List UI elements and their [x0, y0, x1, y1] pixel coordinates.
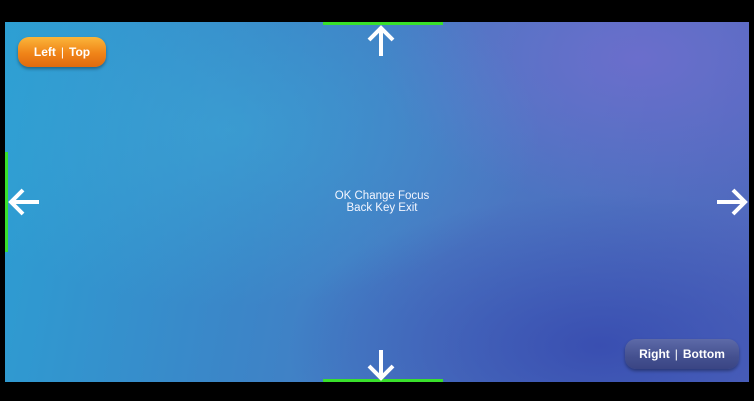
instruction-text: OK Change Focus Back Key Exit — [277, 190, 487, 214]
screen-test-canvas: Left | Top Right | Bottom OK Change Focu… — [5, 22, 749, 382]
left-top-separator: | — [60, 45, 64, 59]
arrow-right-icon[interactable] — [715, 185, 749, 219]
left-top-button[interactable]: Left | Top — [18, 37, 106, 67]
right-bottom-separator: | — [674, 347, 678, 361]
instruction-line-ok: OK Change Focus — [334, 190, 430, 202]
right-bottom-label-right: Right — [639, 347, 670, 361]
right-bottom-label-bottom: Bottom — [682, 347, 725, 361]
right-bottom-button[interactable]: Right | Bottom — [625, 339, 739, 369]
arrow-up-icon[interactable] — [364, 24, 398, 58]
left-top-label-top: Top — [69, 45, 91, 59]
instruction-line-back: Back Key Exit — [346, 202, 418, 214]
left-top-label-left: Left — [33, 45, 56, 59]
display-frame: Left | Top Right | Bottom OK Change Focu… — [0, 0, 754, 401]
arrow-down-icon[interactable] — [364, 348, 398, 382]
arrow-left-icon[interactable] — [7, 185, 41, 219]
